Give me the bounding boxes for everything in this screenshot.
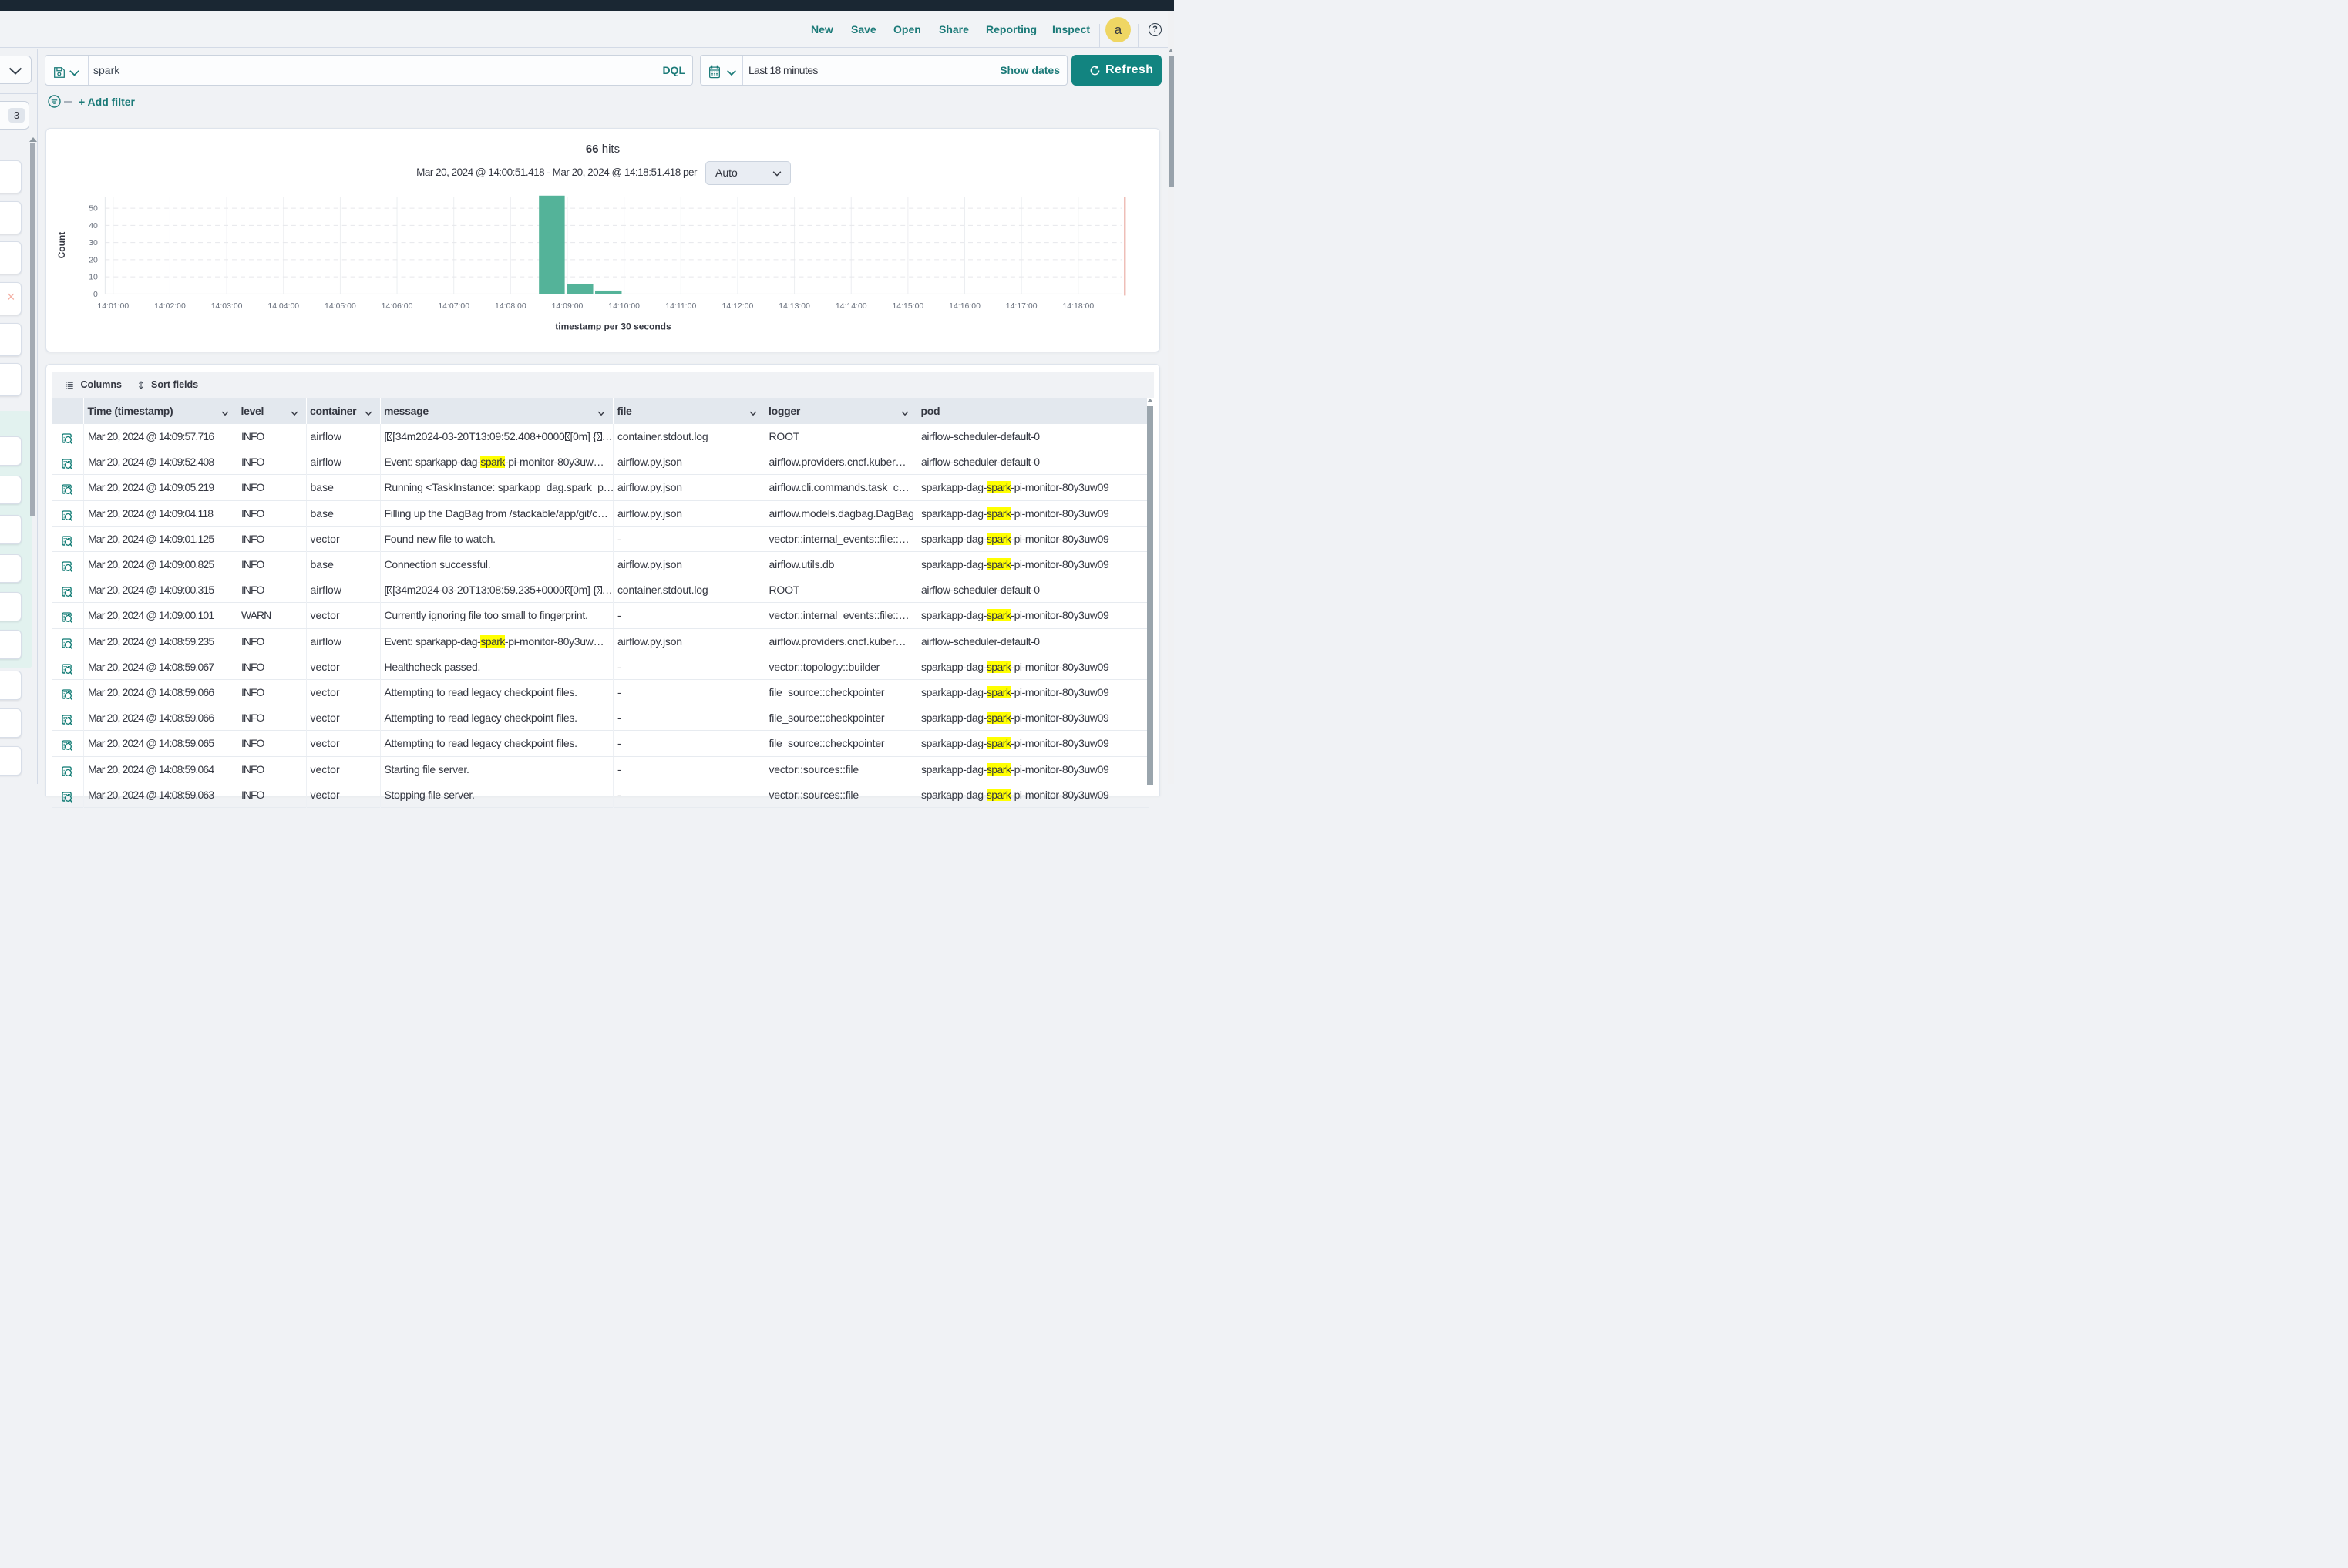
svg-text:14:01:00: 14:01:00: [97, 302, 129, 311]
svg-text:14:13:00: 14:13:00: [779, 302, 810, 311]
svg-text:14:14:00: 14:14:00: [836, 302, 867, 311]
svg-text:20: 20: [89, 256, 98, 264]
svg-text:40: 40: [89, 222, 98, 230]
svg-text:14:02:00: 14:02:00: [154, 302, 186, 311]
svg-text:14:08:00: 14:08:00: [495, 302, 526, 311]
svg-text:14:09:00: 14:09:00: [552, 302, 584, 311]
svg-text:timestamp per 30 seconds: timestamp per 30 seconds: [555, 321, 671, 331]
svg-text:14:17:00: 14:17:00: [1006, 302, 1038, 311]
svg-text:14:18:00: 14:18:00: [1062, 302, 1094, 311]
svg-text:14:06:00: 14:06:00: [382, 302, 413, 311]
svg-text:14:11:00: 14:11:00: [665, 302, 696, 311]
svg-text:14:16:00: 14:16:00: [949, 302, 981, 311]
svg-text:14:10:00: 14:10:00: [608, 302, 640, 311]
svg-text:14:03:00: 14:03:00: [211, 302, 243, 311]
svg-text:14:12:00: 14:12:00: [722, 302, 754, 311]
svg-text:50: 50: [89, 205, 98, 214]
svg-text:14:07:00: 14:07:00: [438, 302, 469, 311]
svg-text:0: 0: [93, 291, 98, 299]
svg-text:30: 30: [89, 239, 98, 247]
svg-text:14:15:00: 14:15:00: [892, 302, 923, 311]
svg-text:10: 10: [89, 274, 98, 282]
svg-text:14:05:00: 14:05:00: [325, 302, 356, 311]
svg-text:14:04:00: 14:04:00: [267, 302, 299, 311]
svg-text:Count: Count: [56, 232, 67, 259]
